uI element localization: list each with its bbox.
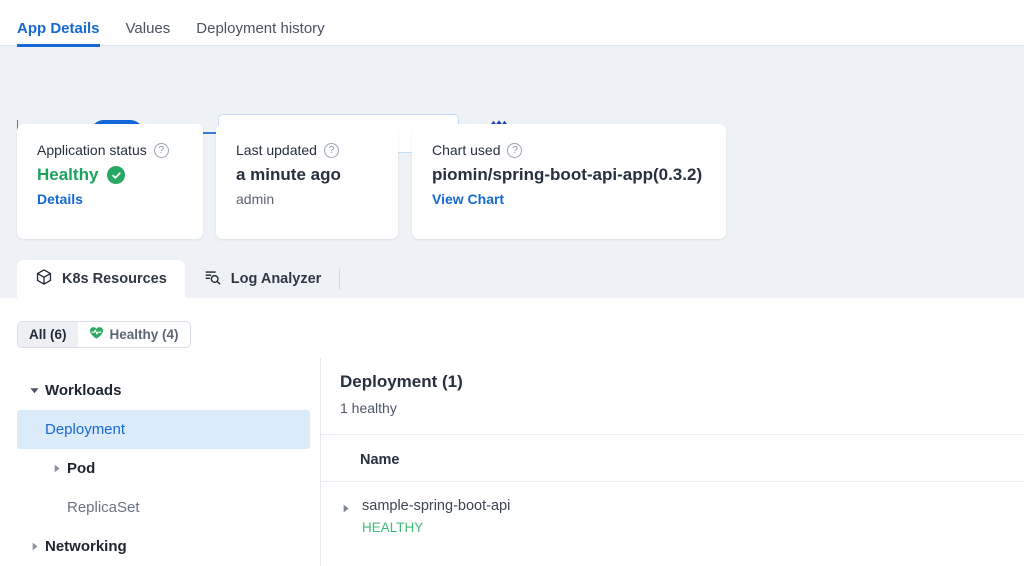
card-last-updated-header: Last updated ? (236, 142, 378, 158)
tree-item-deployment-label: Deployment (45, 421, 125, 438)
table-column-header-name: Name (360, 452, 400, 468)
chevron-down-icon[interactable] (23, 385, 45, 396)
card-application-status-title: Application status (37, 142, 147, 158)
help-icon[interactable]: ? (154, 143, 169, 158)
tree-item-workloads-label: Workloads (45, 382, 121, 399)
tree-item-replicaset-label: ReplicaSet (67, 499, 140, 516)
status-badge: HEALTHY (362, 520, 510, 535)
resource-tabbar: K8s Resources Log Analyzer (17, 260, 340, 298)
tab-k8s-resources-label: K8s Resources (62, 271, 167, 287)
table-header-bottom-divider (320, 481, 1024, 482)
panel-vertical-divider (320, 358, 321, 566)
view-chart-link[interactable]: View Chart (432, 191, 706, 207)
filter-chip-all[interactable]: All (6) (18, 322, 78, 347)
filter-chip-healthy[interactable]: Healthy (4) (78, 322, 190, 347)
top-tabbar: App Details Values Deployment history (0, 0, 1024, 46)
check-circle-icon (107, 166, 125, 184)
help-icon[interactable]: ? (324, 143, 339, 158)
card-chart-used-value: piomin/spring-boot-api-app(0.3.2) (432, 165, 702, 185)
tab-deployment-history-label: Deployment history (196, 20, 324, 37)
tree-item-replicaset[interactable]: ReplicaSet (17, 488, 310, 527)
tab-log-analyzer[interactable]: Log Analyzer (185, 260, 340, 298)
card-last-updated: Last updated ? a minute ago admin (216, 124, 398, 239)
environment-selector-row: ENV local HELM (0, 46, 1024, 122)
tab-k8s-resources[interactable]: K8s Resources (17, 260, 185, 298)
tab-deployment-history[interactable]: Deployment history (196, 21, 324, 46)
tree-item-pod-label: Pod (67, 460, 95, 477)
card-last-updated-title: Last updated (236, 142, 317, 158)
tree-item-pod[interactable]: Pod (17, 449, 310, 488)
tree-item-deployment[interactable]: Deployment (17, 410, 310, 449)
card-last-updated-user: admin (236, 191, 378, 207)
tab-log-analyzer-label: Log Analyzer (231, 271, 322, 287)
filter-chip-healthy-label: Healthy (4) (110, 327, 179, 342)
summary-cards: Application status ? Healthy Details Las… (0, 124, 1024, 242)
tab-values-label: Values (126, 20, 171, 37)
help-icon[interactable]: ? (507, 143, 522, 158)
tab-values[interactable]: Values (126, 21, 171, 46)
card-application-status-value: Healthy (37, 165, 98, 185)
tree-item-workloads[interactable]: Workloads (17, 371, 310, 410)
table-row-content: sample-spring-boot-api HEALTHY (362, 498, 510, 535)
card-chart-used: Chart used ? piomin/spring-boot-api-app(… (412, 124, 726, 239)
chevron-right-icon[interactable] (23, 541, 45, 552)
heart-pulse-icon (89, 326, 104, 343)
card-application-status: Application status ? Healthy Details (17, 124, 203, 239)
tab-app-details-label: App Details (17, 20, 100, 37)
resource-name[interactable]: sample-spring-boot-api (362, 498, 510, 514)
card-last-updated-value-row: a minute ago (236, 165, 378, 185)
chevron-right-icon[interactable] (340, 498, 354, 517)
status-filter-group: All (6) Healthy (4) (17, 321, 191, 348)
resource-tree: Workloads Deployment Pod ReplicaSet Netw… (17, 371, 310, 566)
chevron-right-icon[interactable] (45, 463, 67, 474)
tree-item-networking-label: Networking (45, 538, 127, 555)
card-chart-used-value-row: piomin/spring-boot-api-app(0.3.2) (432, 165, 706, 185)
tree-item-networking[interactable]: Networking (17, 527, 310, 566)
card-chart-used-header: Chart used ? (432, 142, 706, 158)
card-application-status-value-row: Healthy (37, 165, 183, 185)
card-application-status-header: Application status ? (37, 142, 183, 158)
detail-subtitle: 1 healthy (340, 400, 1024, 416)
log-search-icon (203, 268, 222, 290)
filter-chip-all-label: All (6) (29, 327, 67, 342)
table-row: sample-spring-boot-api HEALTHY (340, 498, 510, 535)
cube-icon (35, 268, 53, 290)
details-link[interactable]: Details (37, 191, 183, 207)
tab-app-details[interactable]: App Details (17, 21, 100, 46)
card-chart-used-title: Chart used (432, 142, 500, 158)
table-header-top-divider (320, 434, 1024, 435)
deployment-detail-header: Deployment (1) 1 healthy (340, 372, 1024, 416)
tabbar-divider (339, 268, 340, 290)
detail-title: Deployment (1) (340, 372, 1024, 392)
card-last-updated-value: a minute ago (236, 165, 341, 185)
